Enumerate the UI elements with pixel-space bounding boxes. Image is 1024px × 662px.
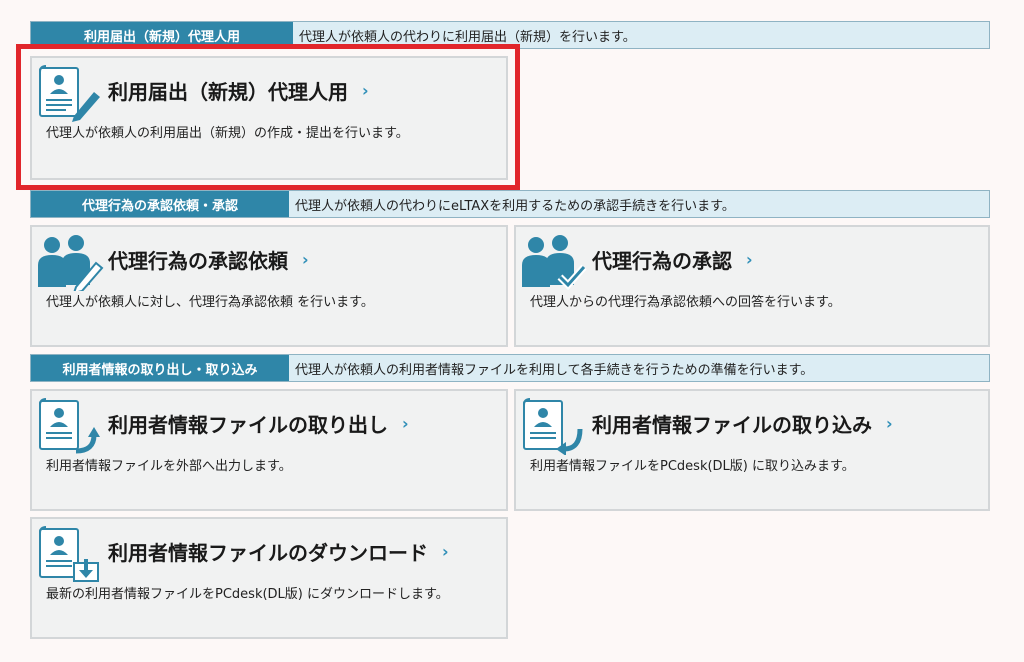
people-check-icon bbox=[522, 235, 587, 291]
card-title-text: 利用者情報ファイルの取り込み bbox=[592, 413, 872, 437]
export-card[interactable]: 利用者情報ファイルの取り出し › 利用者情報ファイルを外部へ出力します。 bbox=[30, 389, 508, 511]
chevron-right-icon: › bbox=[402, 414, 409, 433]
chevron-right-icon: › bbox=[442, 542, 449, 561]
chevron-right-icon: › bbox=[746, 250, 753, 269]
section-description: 代理人が依頼人の代わりにeLTAXを利用するための承認手続きを行います。 bbox=[295, 198, 735, 214]
section-tag: 利用者情報の取り出し・取り込み bbox=[31, 355, 289, 381]
section-description: 代理人が依頼人の代わりに利用届出（新規）を行います。 bbox=[299, 29, 636, 45]
document-pen-icon bbox=[39, 65, 100, 122]
section-header-registration: 利用届出（新規）代理人用 代理人が依頼人の代わりに利用届出（新規）を行います。 bbox=[30, 21, 990, 49]
section-header-user-info: 利用者情報の取り出し・取り込み 代理人が依頼人の利用者情報ファイルを利用して各手… bbox=[30, 354, 990, 382]
registration-title: 利用届出（新規）代理人用 › bbox=[108, 76, 369, 105]
card-title-text: 代理行為の承認 bbox=[592, 249, 732, 273]
chevron-right-icon: › bbox=[886, 414, 893, 433]
card-title-text: 利用者情報ファイルの取り出し bbox=[108, 413, 388, 437]
download-description: 最新の利用者情報ファイルをPCdesk(DL版) にダウンロードします。 bbox=[46, 587, 449, 602]
section-header-approval: 代理行為の承認依頼・承認 代理人が依頼人の代わりにeLTAXを利用するための承認… bbox=[30, 190, 990, 218]
approval-description: 代理人からの代理行為承認依頼への回答を行います。 bbox=[530, 295, 841, 310]
download-card[interactable]: 利用者情報ファイルのダウンロード › 最新の利用者情報ファイルをPCdesk(D… bbox=[30, 517, 508, 639]
chevron-right-icon: › bbox=[302, 250, 309, 269]
card-title-text: 代理行為の承認依頼 bbox=[108, 249, 288, 273]
chevron-right-icon: › bbox=[362, 81, 369, 100]
registration-card[interactable]: 利用届出（新規）代理人用 › 代理人が依頼人の利用届出（新規）の作成・提出を行い… bbox=[30, 56, 508, 180]
import-description: 利用者情報ファイルをPCdesk(DL版) に取り込みます。 bbox=[530, 459, 855, 474]
approval-request-description: 代理人が依頼人に対し、代理行為承認依頼 を行います。 bbox=[46, 295, 374, 310]
document-export-icon bbox=[39, 398, 100, 454]
card-title-text: 利用者情報ファイルのダウンロード bbox=[108, 541, 428, 565]
download-title: 利用者情報ファイルのダウンロード › bbox=[108, 537, 449, 566]
section-tag: 利用届出（新規）代理人用 bbox=[31, 22, 293, 48]
import-title: 利用者情報ファイルの取り込み › bbox=[592, 409, 893, 438]
import-card[interactable]: 利用者情報ファイルの取り込み › 利用者情報ファイルをPCdesk(DL版) に… bbox=[514, 389, 990, 511]
export-title: 利用者情報ファイルの取り出し › bbox=[108, 409, 409, 438]
document-download-icon bbox=[39, 526, 99, 582]
approval-request-title: 代理行為の承認依頼 › bbox=[108, 245, 309, 274]
approval-title: 代理行為の承認 › bbox=[592, 245, 753, 274]
document-import-icon bbox=[523, 398, 583, 455]
approval-request-card[interactable]: 代理行為の承認依頼 › 代理人が依頼人に対し、代理行為承認依頼 を行います。 bbox=[30, 225, 508, 347]
export-description: 利用者情報ファイルを外部へ出力します。 bbox=[46, 459, 292, 474]
section-tag: 代理行為の承認依頼・承認 bbox=[31, 191, 289, 217]
card-title-text: 利用届出（新規）代理人用 bbox=[108, 80, 348, 104]
section-description: 代理人が依頼人の利用者情報ファイルを利用して各手続きを行うための準備を行います。 bbox=[295, 362, 814, 378]
approval-card[interactable]: 代理行為の承認 › 代理人からの代理行為承認依頼への回答を行います。 bbox=[514, 225, 990, 347]
people-pen-icon bbox=[38, 235, 104, 291]
registration-description: 代理人が依頼人の利用届出（新規）の作成・提出を行います。 bbox=[46, 126, 409, 141]
